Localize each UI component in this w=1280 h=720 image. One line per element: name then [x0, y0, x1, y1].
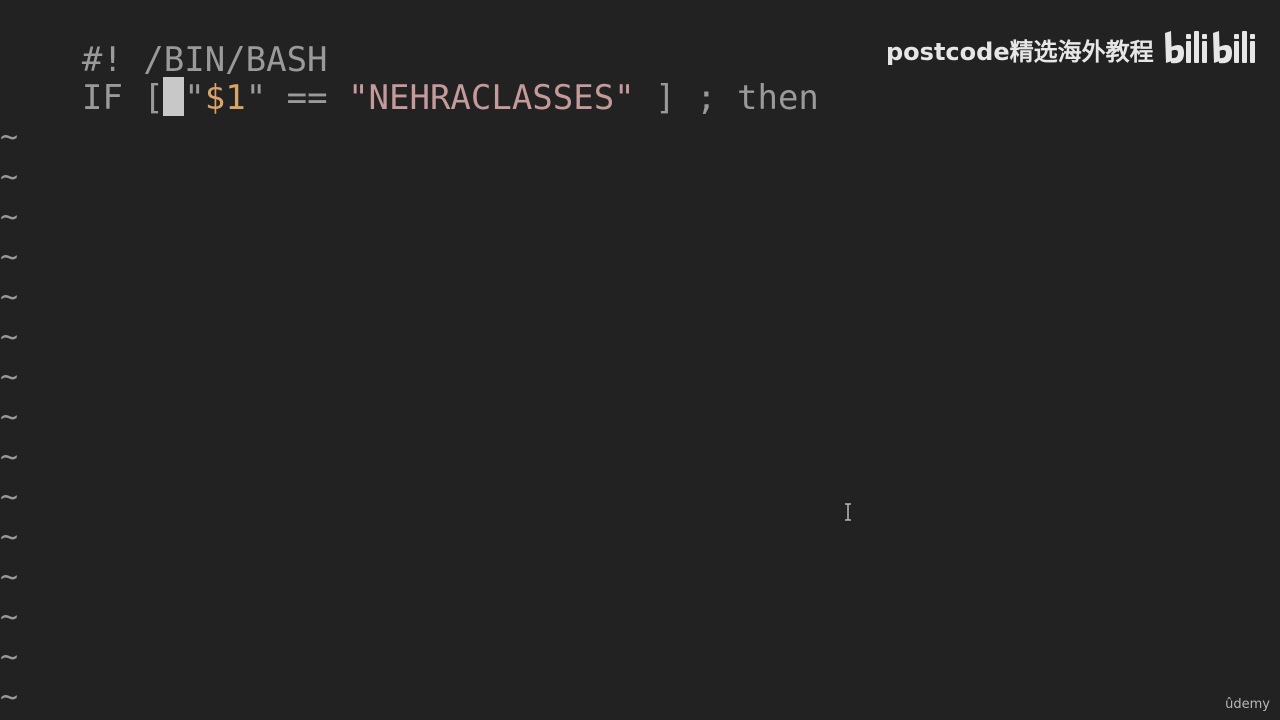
empty-line-tilde: ~	[0, 360, 19, 395]
watermark-text: postcode精选海外教程	[886, 37, 1154, 66]
variable-dollar-1: $1	[204, 78, 246, 118]
empty-line-tilde: ~	[0, 320, 19, 355]
empty-line-tilde: ~	[0, 520, 19, 555]
empty-line-tilde: ~	[0, 120, 19, 155]
udemy-logo: ûdemy	[1225, 697, 1270, 712]
watermark: postcode精选海外教程	[886, 26, 1258, 72]
empty-line-tilde: ~	[0, 680, 19, 715]
empty-line-tilde: ~	[0, 440, 19, 475]
empty-line-tilde: ~	[0, 160, 19, 195]
empty-line-tilde: ~	[0, 400, 19, 435]
empty-line-tilde: ~	[0, 240, 19, 275]
empty-line-tilde: ~	[0, 480, 19, 515]
text-cursor	[163, 77, 184, 116]
ibeam-cursor-icon	[845, 503, 851, 521]
close-then: ] ; then	[634, 78, 819, 118]
code-line-2[interactable]: IF [ "$1" == "NEHRACLASSES" ] ; then	[0, 38, 819, 118]
equality-operator: ==	[266, 78, 349, 118]
keyword-if: IF	[81, 78, 123, 118]
empty-line-tilde: ~	[0, 560, 19, 595]
bilibili-logo-icon	[1164, 31, 1255, 64]
empty-line-tilde: ~	[0, 640, 19, 675]
vim-editor-screen[interactable]: #! /BIN/BASH IF [ "$1" == "NEHRACLASSES"…	[0, 0, 1280, 720]
quote-close: "	[245, 78, 267, 118]
empty-line-tilde: ~	[0, 200, 19, 235]
string-literal: "NEHRACLASSES"	[348, 78, 635, 118]
empty-line-tilde: ~	[0, 600, 19, 635]
code-line-1[interactable]: #! /BIN/BASH	[0, 0, 328, 80]
empty-line-tilde: ~	[0, 280, 19, 315]
quote-open: "	[184, 78, 205, 118]
